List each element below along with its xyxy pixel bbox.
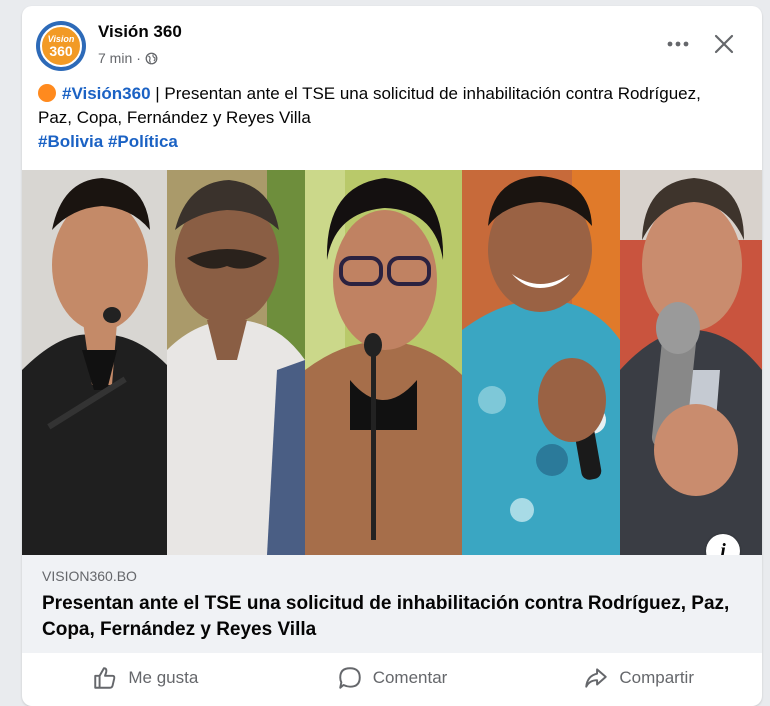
hashtag-vision360[interactable]: #Visión360	[62, 84, 151, 103]
photo-panel-4	[462, 170, 620, 555]
hashtag-bolivia[interactable]: #Bolivia	[38, 132, 103, 151]
photo-panel-3	[305, 170, 462, 555]
like-button[interactable]: Me gusta	[22, 656, 269, 700]
link-title[interactable]: Presentan ante el TSE una solicitud de i…	[42, 591, 742, 643]
photo-panel-2	[167, 170, 305, 555]
page-avatar[interactable]: Vision 360	[36, 21, 86, 71]
page-name-link[interactable]: Visión 360	[98, 22, 182, 42]
link-domain: VISION360.BO	[42, 568, 137, 584]
like-label: Me gusta	[128, 668, 199, 687]
post-timestamp[interactable]: 7 min	[98, 50, 132, 66]
comment-label: Comentar	[372, 668, 448, 687]
orange-circle-emoji	[38, 84, 56, 102]
hashtag-politica[interactable]: #Política	[108, 132, 178, 151]
globe-icon[interactable]	[145, 52, 158, 65]
close-icon	[714, 34, 734, 54]
comment-icon	[338, 667, 361, 689]
share-button[interactable]: Compartir	[515, 656, 762, 700]
thumbs-up-icon	[94, 667, 116, 689]
avatar-logo-number: 360	[49, 42, 73, 59]
close-button[interactable]	[708, 28, 740, 60]
share-label: Compartir	[619, 668, 694, 687]
comment-button[interactable]: Comentar	[269, 656, 516, 700]
vision360-logo: Vision 360	[40, 25, 82, 67]
photo-panel-1	[22, 170, 167, 555]
photo-panel-5	[620, 170, 762, 555]
ellipsis-icon	[667, 41, 689, 47]
post-caption: #Visión360 | Presentan ante el TSE una s…	[38, 82, 738, 154]
action-bar: Me gusta Comentar Compartir	[22, 656, 762, 700]
share-icon	[585, 668, 608, 688]
link-preview[interactable]: VISION360.BO Presentan ante el TSE una s…	[22, 555, 762, 653]
link-preview-image[interactable]	[22, 170, 762, 555]
more-options-button[interactable]	[662, 28, 694, 60]
post-card: Vision 360 Visión 360 7 min · #Visión360…	[22, 6, 762, 706]
meta-separator: ·	[136, 50, 141, 66]
post-header: Vision 360 Visión 360 7 min ·	[22, 6, 762, 78]
post-meta: 7 min ·	[98, 50, 158, 66]
